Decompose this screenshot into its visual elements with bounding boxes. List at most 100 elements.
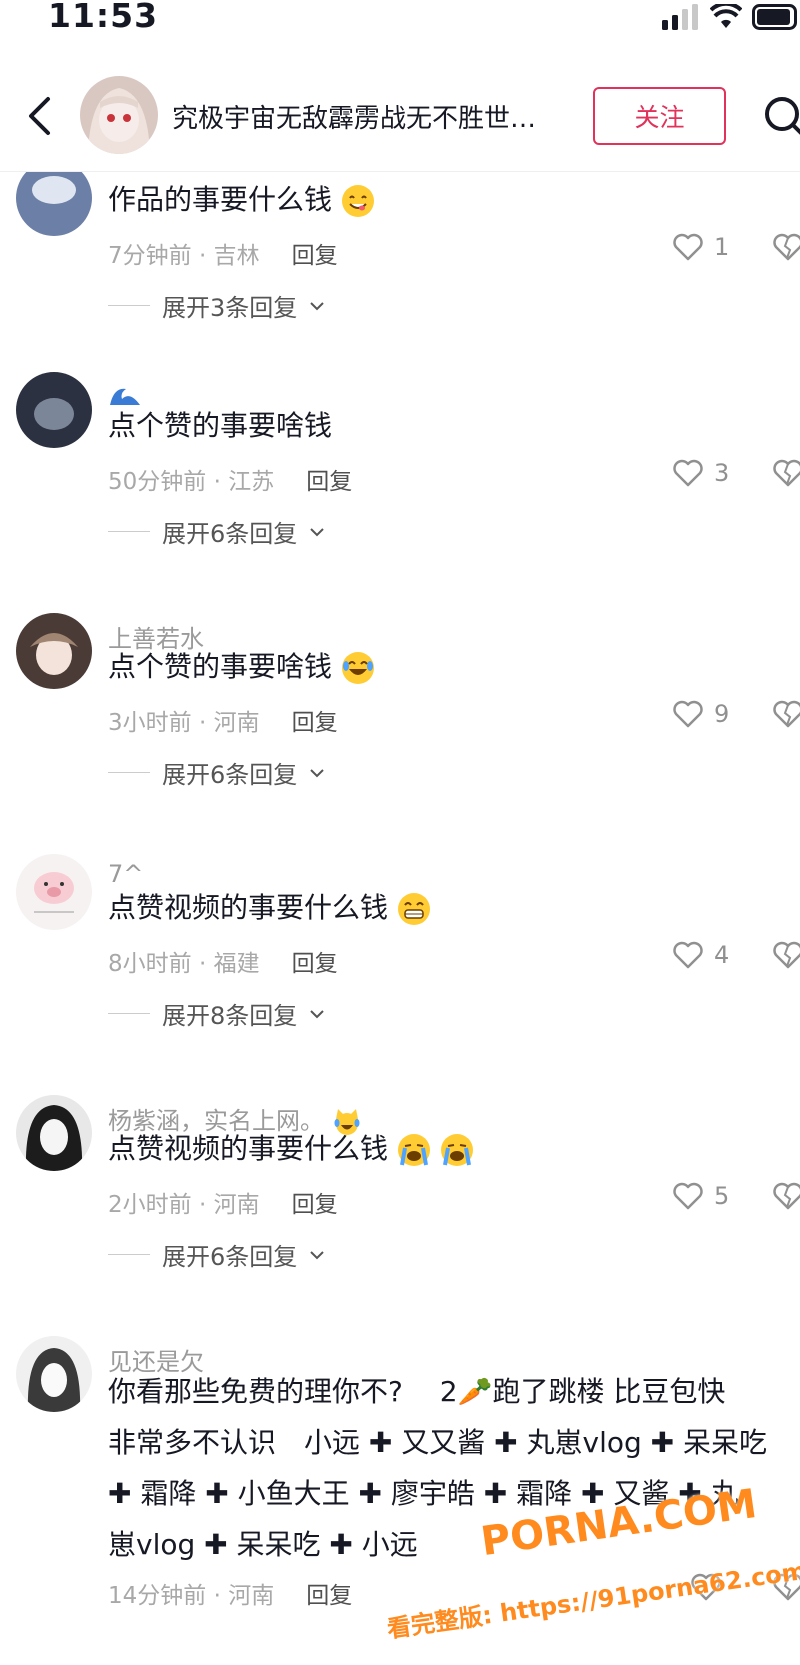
comment-item: 杨紫涵，实名上网。 点赞视频的事要什么钱 2小时前 · 河南 回复 5 展开6条… — [0, 1095, 800, 1335]
avatar[interactable] — [16, 1095, 92, 1171]
dislike-button[interactable] — [772, 1181, 800, 1215]
expand-replies-button[interactable]: 展开8条回复 — [108, 996, 325, 1031]
expand-replies-button[interactable]: 展开6条回复 — [108, 755, 325, 790]
commenter-name: 7^ — [108, 860, 144, 888]
dislike-button[interactable] — [772, 458, 800, 492]
heart-icon — [673, 1182, 703, 1210]
comment-meta: 7分钟前 · 吉林 回复 — [108, 236, 338, 270]
signal-icon — [662, 4, 698, 30]
comment-time: 2小时前 · 河南 — [108, 1192, 260, 1218]
laugh-cry-emoji-icon — [341, 652, 374, 684]
search-icon — [765, 97, 800, 135]
comment-meta: 2小时前 · 河南 回复 — [108, 1185, 338, 1219]
yum-emoji-icon — [341, 185, 374, 217]
like-count: 4 — [714, 941, 730, 969]
chevron-down-icon — [310, 1250, 324, 1259]
search-button[interactable] — [758, 86, 800, 146]
broken-heart-icon — [773, 1182, 800, 1210]
status-icons — [662, 4, 800, 30]
avatar[interactable] — [16, 172, 92, 236]
reply-button[interactable]: 回复 — [292, 1192, 338, 1218]
comment-item: 7^ 点赞视频的事要什么钱 8小时前 · 福建 回复 4 展开8条回复 — [0, 854, 800, 1094]
divider-line — [108, 531, 150, 532]
avatar[interactable] — [16, 372, 92, 448]
avatar-icon — [16, 613, 92, 689]
author-avatar[interactable] — [80, 76, 158, 154]
heart-icon — [673, 941, 703, 969]
comment-text: 点个赞的事要啥钱 — [108, 409, 333, 442]
loud-cry-emoji-icon — [440, 1134, 473, 1166]
anime-girl-avatar-icon — [80, 76, 158, 154]
reply-button[interactable]: 回复 — [306, 1583, 352, 1609]
pig-avatar-icon — [16, 854, 92, 930]
author-name[interactable]: 究极宇宙无敌霹雳战无不胜世… — [172, 98, 584, 135]
status-bar: 11:53 — [0, 0, 800, 44]
avatar[interactable] — [16, 1336, 92, 1412]
reply-button[interactable]: 回复 — [306, 469, 352, 495]
comment-meta: 14分钟前 · 河南 回复 — [108, 1576, 352, 1610]
status-time: 11:53 — [48, 0, 159, 35]
comment-list: 作品的事要什么钱 7分钟前 · 吉林 回复 1 展开3条回复 点个赞的事要啥钱 … — [0, 172, 800, 1665]
like-count: 5 — [714, 1182, 730, 1210]
comment-text: 点赞视频的事要什么钱 — [108, 1127, 474, 1167]
comment-time: 14分钟前 · 河南 — [108, 1583, 275, 1609]
comment-line: 你看那些免费的理你不? 2🥕跑了跳楼 比豆包快 — [108, 1375, 726, 1408]
expand-replies-button[interactable]: 展开6条回复 — [108, 514, 325, 549]
comment-text: 作品的事要什么钱 — [108, 178, 375, 218]
broken-heart-icon — [773, 700, 800, 728]
header: 究极宇宙无敌霹雳战无不胜世… 关注 — [0, 60, 800, 172]
comment-time: 50分钟前 · 江苏 — [108, 469, 275, 495]
like-button[interactable]: 5 — [672, 1181, 729, 1211]
avatar-icon — [16, 1336, 92, 1412]
comment-meta: 3小时前 · 河南 回复 — [108, 703, 338, 737]
dislike-button[interactable] — [772, 232, 800, 266]
expand-replies-button[interactable]: 展开3条回复 — [108, 288, 325, 323]
comment-item: 上善若水 点个赞的事要啥钱 3小时前 · 河南 回复 9 展开6条回复 — [0, 613, 800, 853]
loud-cry-emoji-icon — [397, 1134, 430, 1166]
like-count: 3 — [714, 459, 730, 487]
like-button[interactable]: 9 — [672, 699, 729, 729]
dislike-button[interactable] — [772, 940, 800, 974]
chevron-down-icon — [310, 301, 324, 310]
avatar-icon — [16, 172, 92, 236]
like-count: 9 — [714, 700, 730, 728]
like-button[interactable]: 4 — [672, 940, 729, 970]
avatar[interactable] — [16, 613, 92, 689]
chevron-down-icon — [310, 527, 324, 536]
expand-replies-button[interactable]: 展开6条回复 — [108, 1237, 325, 1272]
wifi-icon — [710, 4, 742, 28]
back-button[interactable] — [14, 88, 64, 144]
divider-line — [108, 305, 150, 306]
avatar[interactable] — [16, 854, 92, 930]
comment-text: 点赞视频的事要什么钱 — [108, 886, 431, 926]
heart-icon — [673, 700, 703, 728]
chevron-down-icon — [310, 768, 324, 777]
like-button[interactable]: 1 — [672, 232, 729, 262]
comment-item: 点个赞的事要啥钱 50分钟前 · 江苏 回复 3 展开6条回复 — [0, 372, 800, 612]
chevron-left-icon — [29, 97, 50, 135]
broken-heart-icon — [773, 233, 800, 261]
reply-button[interactable]: 回复 — [292, 951, 338, 977]
comment-text: 你看那些免费的理你不? 2🥕跑了跳楼 比豆包快 非常多不认识 小远 ✚ 又又酱 … — [108, 1366, 800, 1570]
reply-button[interactable]: 回复 — [292, 243, 338, 269]
comment-meta: 50分钟前 · 江苏 回复 — [108, 462, 352, 496]
comment-time: 8小时前 · 福建 — [108, 951, 260, 977]
comment-meta: 8小时前 · 福建 回复 — [108, 944, 338, 978]
comment-line: 非常多不认识 小远 ✚ 又又酱 ✚ 丸崽vlog ✚ 呆呆吃 — [108, 1426, 768, 1459]
divider-line — [108, 1254, 150, 1255]
like-count: 1 — [714, 233, 730, 261]
dislike-button[interactable] — [772, 699, 800, 733]
heart-icon — [673, 459, 703, 487]
avatar-icon — [16, 1095, 92, 1171]
grin-emoji-icon — [397, 893, 430, 925]
comment-text: 点个赞的事要啥钱 — [108, 645, 375, 685]
heart-icon — [673, 233, 703, 261]
chevron-down-icon — [310, 1009, 324, 1018]
comment-time: 7分钟前 · 吉林 — [108, 243, 260, 269]
avatar-icon — [16, 372, 92, 448]
reply-button[interactable]: 回复 — [292, 710, 338, 736]
like-button[interactable]: 3 — [672, 458, 729, 488]
comment-time: 3小时前 · 河南 — [108, 710, 260, 736]
battery-icon — [752, 4, 797, 30]
follow-button[interactable]: 关注 — [593, 87, 726, 145]
